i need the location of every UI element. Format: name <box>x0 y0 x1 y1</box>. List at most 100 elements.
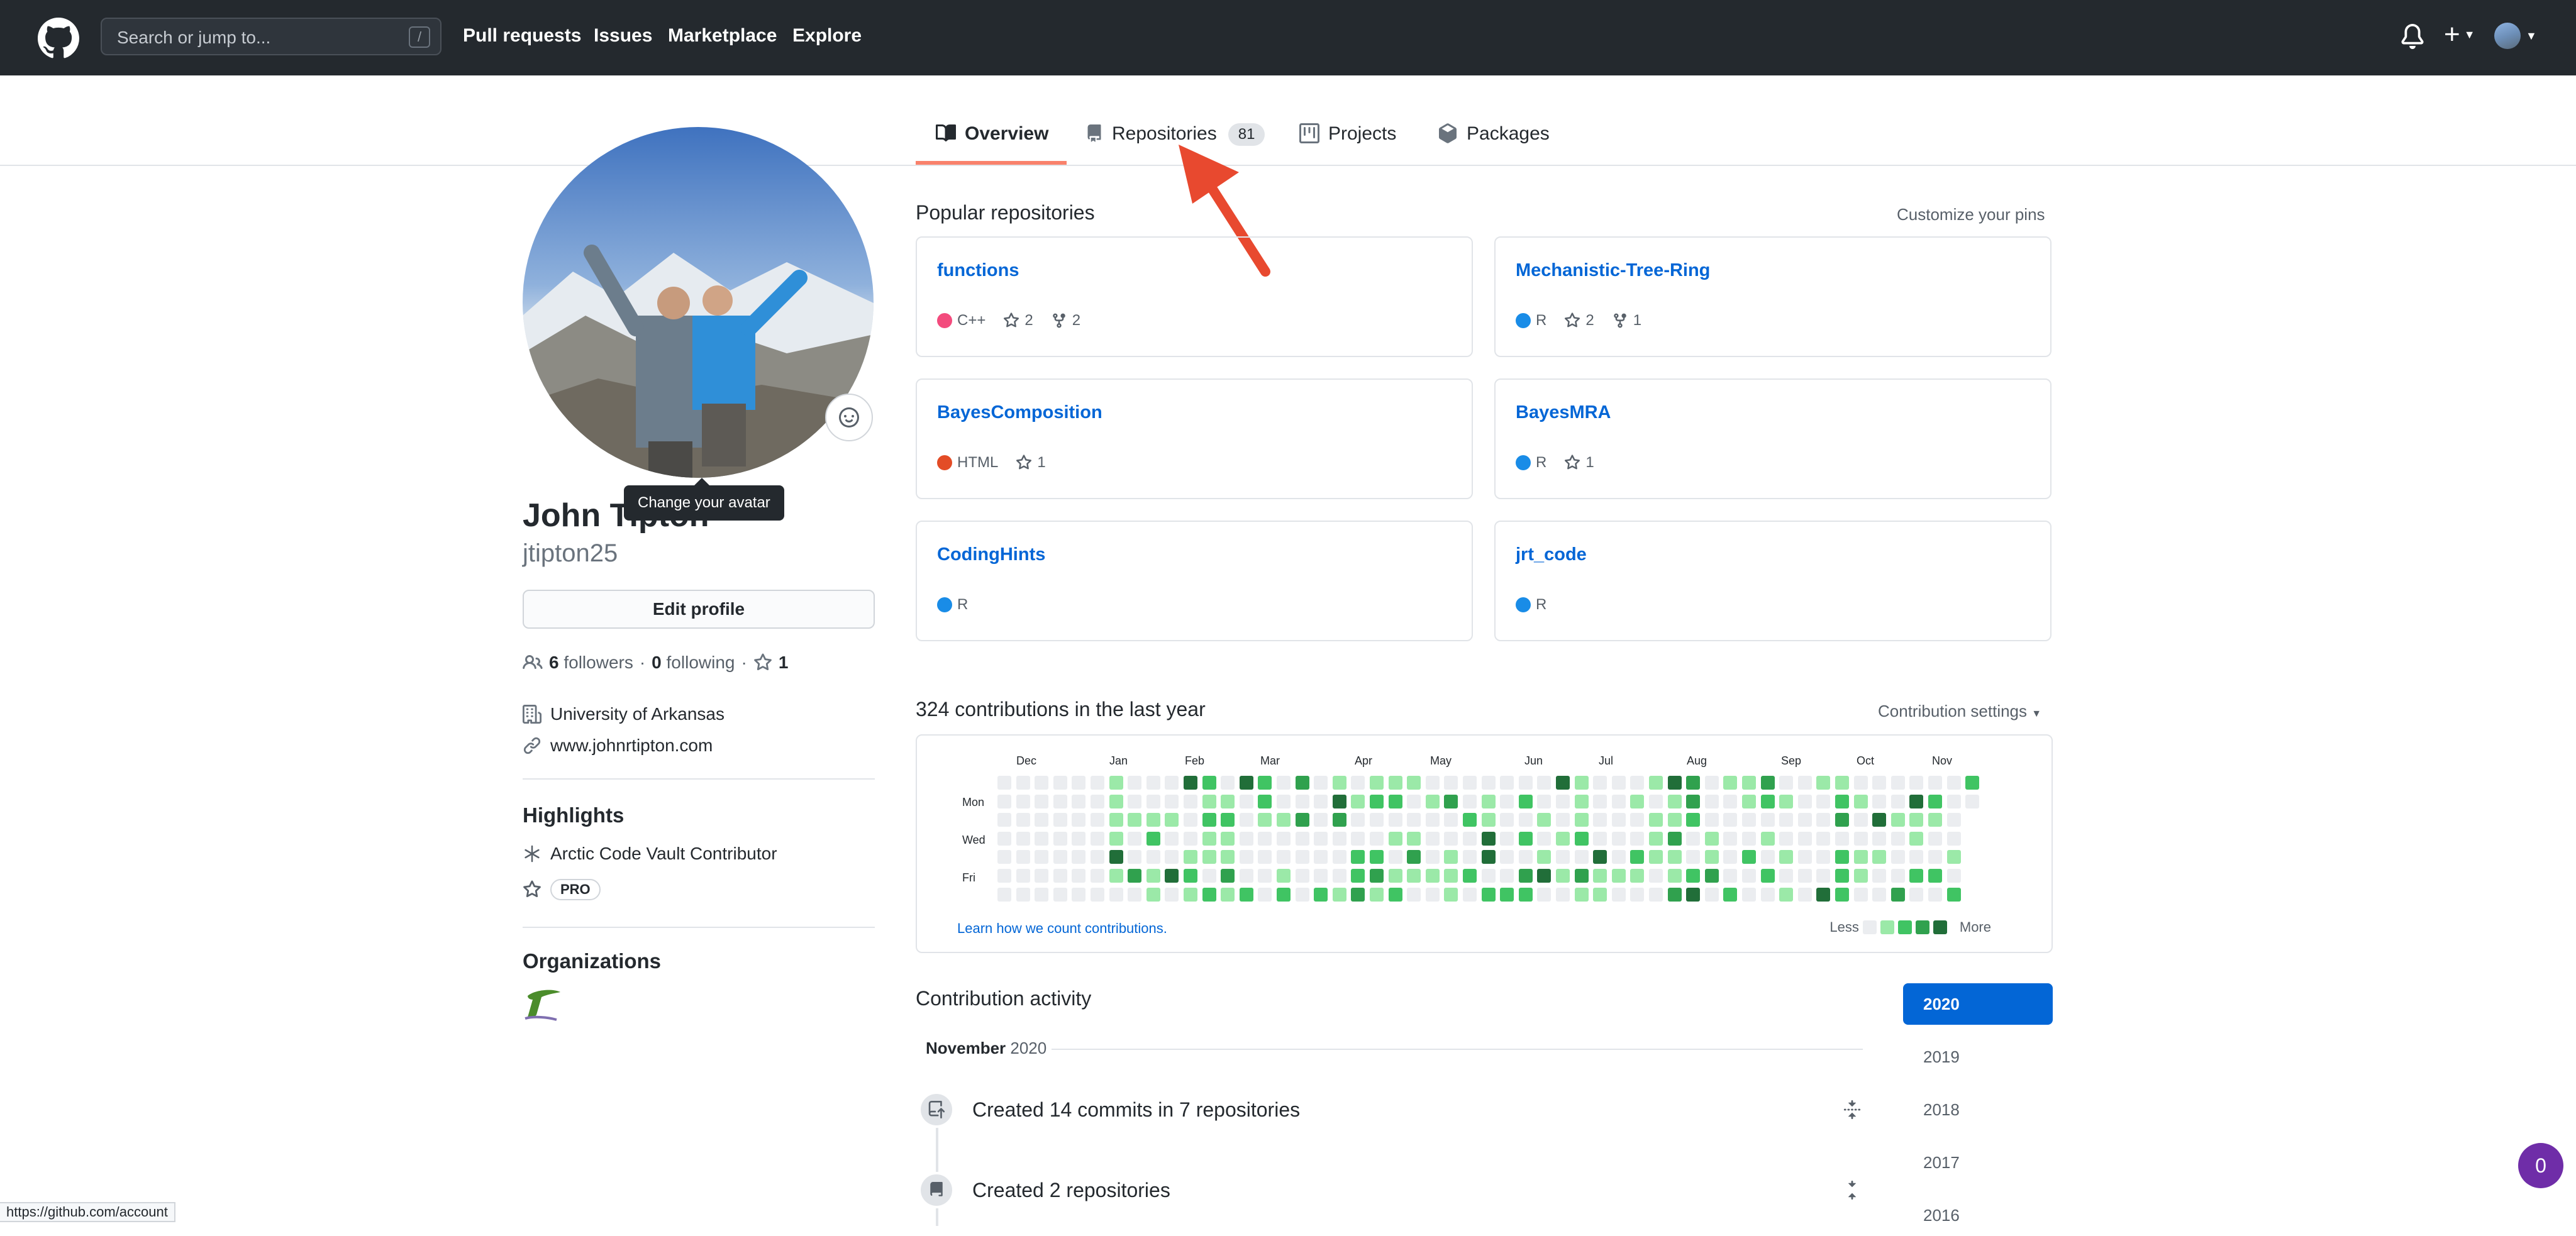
contribution-day[interactable] <box>1258 869 1272 883</box>
contribution-day[interactable] <box>1165 795 1179 808</box>
contribution-day[interactable] <box>1091 832 1104 846</box>
contribution-day[interactable] <box>1835 813 1849 827</box>
contribution-day[interactable] <box>1537 813 1551 827</box>
contribution-day[interactable] <box>1202 869 1216 883</box>
contribution-day[interactable] <box>1240 888 1253 902</box>
contribution-day[interactable] <box>1909 813 1923 827</box>
contribution-day[interactable] <box>1947 869 1961 883</box>
contribution-day[interactable] <box>1016 850 1030 864</box>
contribution-day[interactable] <box>1835 776 1849 790</box>
contribution-day[interactable] <box>1240 832 1253 846</box>
contribution-day[interactable] <box>1723 795 1737 808</box>
contribution-day[interactable] <box>1928 813 1942 827</box>
contribution-day[interactable] <box>1407 850 1421 864</box>
contribution-day[interactable] <box>1482 869 1496 883</box>
contribution-day[interactable] <box>1891 869 1905 883</box>
contribution-day[interactable] <box>1444 869 1458 883</box>
contribution-day[interactable] <box>1426 888 1440 902</box>
contribution-day[interactable] <box>1630 869 1644 883</box>
contribution-day[interactable] <box>1314 869 1328 883</box>
contribution-day[interactable] <box>1519 850 1533 864</box>
contribution-day[interactable] <box>1872 795 1886 808</box>
bell-icon[interactable] <box>2400 23 2425 50</box>
contribution-day[interactable] <box>1500 776 1514 790</box>
contribution-day[interactable] <box>1723 850 1737 864</box>
contribution-day[interactable] <box>1016 888 1030 902</box>
notification-count-badge[interactable]: 0 <box>2518 1143 2563 1188</box>
contribution-day[interactable] <box>1202 813 1216 827</box>
contribution-day[interactable] <box>1426 813 1440 827</box>
contribution-day[interactable] <box>1556 850 1570 864</box>
nav-pull-requests[interactable]: Pull requests <box>463 25 581 47</box>
contribution-day[interactable] <box>1705 888 1719 902</box>
contribution-day[interactable] <box>1891 888 1905 902</box>
contribution-day[interactable] <box>1184 850 1197 864</box>
contribution-day[interactable] <box>1947 795 1961 808</box>
contribution-day[interactable] <box>997 795 1011 808</box>
github-logo-icon[interactable] <box>38 18 79 59</box>
contribution-day[interactable] <box>1816 776 1830 790</box>
contribution-day[interactable] <box>1761 832 1775 846</box>
contribution-day[interactable] <box>1612 795 1626 808</box>
contribution-day[interactable] <box>1500 869 1514 883</box>
contribution-day[interactable] <box>1630 888 1644 902</box>
year-2016[interactable]: 2016 <box>1903 1195 2053 1225</box>
contribution-day[interactable] <box>1835 850 1849 864</box>
contribution-day[interactable] <box>997 888 1011 902</box>
contribution-day[interactable] <box>1686 776 1700 790</box>
contribution-day[interactable] <box>1463 850 1477 864</box>
followers-link[interactable]: 6 followers <box>549 653 633 673</box>
contribution-day[interactable] <box>1556 832 1570 846</box>
contribution-day[interactable] <box>1407 813 1421 827</box>
contribution-day[interactable] <box>1612 869 1626 883</box>
contribution-day[interactable] <box>1258 832 1272 846</box>
contribution-day[interactable] <box>1482 832 1496 846</box>
contribution-day[interactable] <box>1314 795 1328 808</box>
contribution-day[interactable] <box>1053 869 1067 883</box>
learn-contributions-link[interactable]: Learn how we count contributions. <box>957 920 1167 937</box>
contribution-day[interactable] <box>1835 869 1849 883</box>
contribution-day[interactable] <box>1928 832 1942 846</box>
profile-website[interactable]: www.johnrtipton.com <box>523 736 713 756</box>
contribution-day[interactable] <box>1649 776 1663 790</box>
contribution-day[interactable] <box>1258 888 1272 902</box>
contribution-day[interactable] <box>1947 888 1961 902</box>
contribution-day[interactable] <box>1705 869 1719 883</box>
contribution-day[interactable] <box>1630 795 1644 808</box>
contribution-day[interactable] <box>1091 813 1104 827</box>
contribution-day[interactable] <box>1928 850 1942 864</box>
contribution-day[interactable] <box>1686 832 1700 846</box>
contribution-day[interactable] <box>1742 813 1756 827</box>
contribution-day[interactable] <box>1277 776 1291 790</box>
contribution-day[interactable] <box>1556 869 1570 883</box>
contribution-day[interactable] <box>1091 869 1104 883</box>
contribution-day[interactable] <box>1556 813 1570 827</box>
contribution-day[interactable] <box>1779 888 1793 902</box>
contribution-day[interactable] <box>1872 888 1886 902</box>
contribution-day[interactable] <box>1035 888 1048 902</box>
contribution-day[interactable] <box>1649 888 1663 902</box>
contribution-day[interactable] <box>1184 795 1197 808</box>
contribution-day[interactable] <box>1705 795 1719 808</box>
contribution-day[interactable] <box>1202 795 1216 808</box>
contribution-day[interactable] <box>1333 776 1346 790</box>
contribution-day[interactable] <box>1109 832 1123 846</box>
contribution-day[interactable] <box>1333 795 1346 808</box>
contribution-day[interactable] <box>1109 795 1123 808</box>
contribution-day[interactable] <box>1165 813 1179 827</box>
contribution-day[interactable] <box>1016 832 1030 846</box>
contribution-day[interactable] <box>1612 832 1626 846</box>
contribution-day[interactable] <box>1928 869 1942 883</box>
contribution-day[interactable] <box>1258 795 1272 808</box>
contribution-day[interactable] <box>1593 832 1607 846</box>
contribution-day[interactable] <box>1128 795 1141 808</box>
contribution-day[interactable] <box>1128 776 1141 790</box>
contribution-day[interactable] <box>1761 795 1775 808</box>
contribution-day[interactable] <box>1947 832 1961 846</box>
contribution-day[interactable] <box>1854 813 1868 827</box>
repo-name-link[interactable]: Mechanistic-Tree-Ring <box>1516 260 1710 281</box>
contribution-day[interactable] <box>1798 776 1812 790</box>
contribution-day[interactable] <box>1798 813 1812 827</box>
create-new-dropdown[interactable]: + ▼ <box>2444 19 2475 50</box>
contribution-day[interactable] <box>1426 795 1440 808</box>
